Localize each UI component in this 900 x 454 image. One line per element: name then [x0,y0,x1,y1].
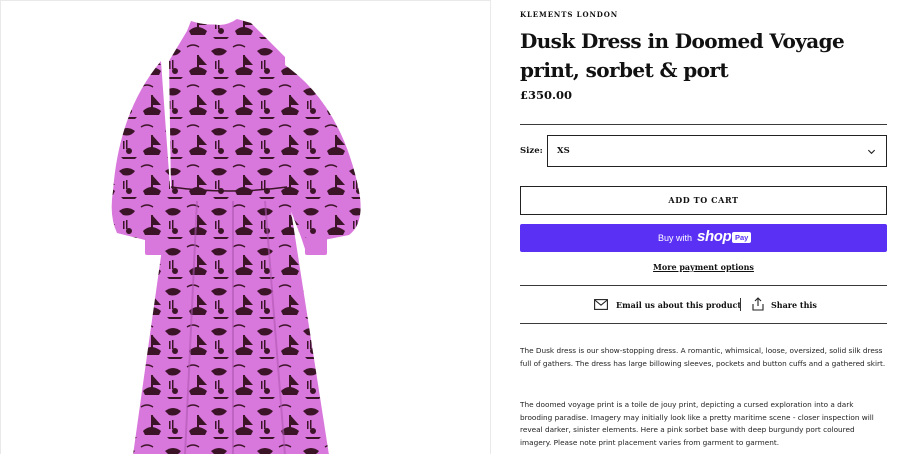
shop-pay-logo: shop [697,228,732,245]
size-label: Size: [520,146,543,156]
size-selected-value: XS [557,146,570,156]
chevron-down-icon [867,149,876,155]
description-paragraph: The Dusk dress is our show-stopping dres… [520,346,886,368]
product-title: Dusk Dress in Doomed Voyage print, sorbe… [520,29,845,82]
vendor-name[interactable]: KLEMENTS LONDON [520,10,618,19]
add-to-cart-button[interactable]: ADD TO CART [520,186,887,215]
shop-pay-prefix: Buy with [658,233,693,243]
divider [520,285,887,286]
share-icon [752,297,764,311]
shop-pay-button[interactable]: Buy with shop Pay [520,224,887,252]
email-link-label: Email us about this product [616,300,742,310]
description-paragraph: The doomed voyage print is a toile de jo… [520,400,874,447]
product-price: £350.00 [520,88,573,102]
share-row: Email us about this product Share this [520,296,887,314]
product-image-panel[interactable] [0,0,491,454]
share-divider [740,298,741,311]
size-select[interactable]: XS [547,135,887,167]
shop-pay-badge: Pay [732,232,752,243]
more-payment-options-link[interactable]: More payment options [520,262,887,272]
divider [520,124,887,125]
share-link-label: Share this [771,300,817,310]
envelope-icon [594,299,608,310]
product-photo-dress [111,19,361,454]
divider [520,323,887,324]
